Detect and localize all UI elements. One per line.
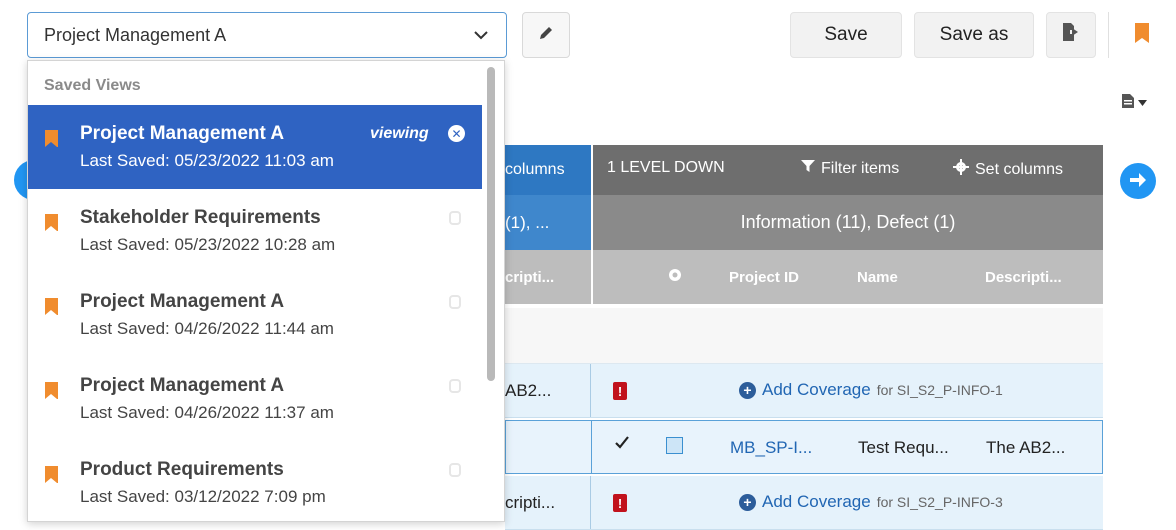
- bookmark-icon: [45, 466, 58, 483]
- saved-view-name: Product Requirements: [80, 459, 284, 480]
- lock-icon[interactable]: [449, 463, 461, 477]
- saved-views-section-label: Saved Views: [44, 77, 141, 94]
- name-cell: Test Requ...: [858, 438, 949, 457]
- export-icon: [1062, 22, 1080, 48]
- lock-icon[interactable]: [449, 295, 461, 309]
- lock-icon[interactable]: [449, 379, 461, 393]
- plus-circle-icon: +: [739, 381, 756, 399]
- add-coverage-label: Add Coverage: [762, 380, 871, 399]
- saved-view-timestamp: Last Saved: 04/26/2022 11:37 am: [80, 403, 334, 422]
- left-cell-text: AB2...: [505, 380, 552, 400]
- coverage-target: for SI_S2_P-INFO-3: [876, 494, 1003, 510]
- left-group-header: (1), ...: [505, 195, 591, 250]
- saved-view-item[interactable]: Project Management A Last Saved: 05/23/2…: [28, 105, 482, 189]
- viewing-badge: viewing: [370, 125, 429, 142]
- set-columns-button[interactable]: Set columns: [953, 159, 1063, 180]
- saved-views-dropdown: Saved Views Project Management A Last Sa…: [27, 60, 505, 522]
- bookmark-icon: [1135, 22, 1149, 48]
- next-arrow-button[interactable]: [1120, 163, 1156, 199]
- level-down-label: 1 LEVEL DOWN: [607, 159, 725, 176]
- saved-view-item[interactable]: Project Management A Last Saved: 04/26/2…: [28, 357, 482, 441]
- bookmark-icon: [45, 214, 58, 231]
- add-coverage-label: Add Coverage: [762, 492, 871, 511]
- selected-view-label: Project Management A: [44, 24, 227, 45]
- bookmark-icon: [45, 382, 58, 399]
- filter-items-label: Filter items: [821, 159, 900, 177]
- pencil-icon: [537, 24, 555, 47]
- left-column-label: cripti...: [505, 268, 555, 286]
- right-group-label: Information (11), Defect (1): [740, 212, 956, 232]
- saved-view-timestamp: Last Saved: 05/23/2022 11:03 am: [80, 151, 334, 170]
- saved-view-item[interactable]: Product Requirements Last Saved: 03/12/2…: [28, 441, 482, 521]
- saved-view-item[interactable]: Stakeholder Requirements Last Saved: 05/…: [28, 189, 482, 273]
- left-columns-label: columns: [505, 161, 565, 178]
- settings-icon[interactable]: [667, 267, 683, 287]
- set-columns-label: Set columns: [975, 160, 1064, 178]
- left-column-header[interactable]: cripti...: [505, 250, 591, 304]
- filter-row: [505, 308, 1103, 364]
- bookmark-icon: [45, 298, 58, 315]
- plus-circle-icon: +: [739, 493, 756, 511]
- level-down-header: 1 LEVEL DOWN Filter items Set columns: [593, 145, 1103, 195]
- arrow-right-icon: [1129, 168, 1147, 194]
- saved-view-timestamp: Last Saved: 05/23/2022 10:28 am: [80, 235, 336, 254]
- save-label: Save: [824, 24, 868, 45]
- saved-view-select[interactable]: Project Management A: [27, 12, 507, 58]
- save-button[interactable]: Save: [790, 12, 902, 58]
- table-row[interactable]: cripti... ! + Add Coverage for SI_S2_P-I…: [505, 476, 1103, 530]
- left-cell: cripti...: [505, 476, 591, 529]
- project-id-column-header[interactable]: Project ID: [729, 269, 799, 286]
- edit-view-button[interactable]: [522, 12, 570, 58]
- name-column-header[interactable]: Name: [857, 269, 898, 286]
- left-cell: [506, 421, 592, 473]
- column-header-row: Project ID Name Descripti...: [593, 250, 1103, 304]
- saved-view-name: Project Management A: [80, 375, 285, 396]
- bookmark-icon: [45, 130, 58, 147]
- table-row[interactable]: MB_SP-I... Test Requ... The AB2...: [505, 420, 1103, 474]
- table-row[interactable]: AB2... ! + Add Coverage for SI_S2_P-INFO…: [505, 364, 1103, 418]
- item-type-icon: [666, 437, 683, 454]
- gear-icon: [953, 159, 969, 180]
- document-icon: [1122, 93, 1134, 111]
- saved-view-item[interactable]: Project Management A Last Saved: 04/26/2…: [28, 273, 482, 357]
- lock-icon[interactable]: [449, 211, 461, 225]
- saved-view-timestamp: Last Saved: 04/26/2022 11:44 am: [80, 319, 334, 338]
- coverage-target: for SI_S2_P-INFO-1: [876, 382, 1003, 398]
- right-group-header: Information (11), Defect (1): [593, 195, 1103, 250]
- add-coverage-link[interactable]: + Add Coverage for SI_S2_P-INFO-1: [739, 380, 1003, 400]
- defect-icon: !: [613, 382, 627, 400]
- bookmark-toggle-button[interactable]: [1118, 12, 1166, 58]
- toolbar-divider: [1108, 12, 1109, 58]
- chevron-down-icon: [474, 27, 488, 43]
- left-columns-header: columns: [505, 145, 591, 195]
- filter-items-button[interactable]: Filter items: [801, 159, 899, 178]
- left-cell-text: cripti...: [505, 492, 556, 512]
- save-as-button[interactable]: Save as: [914, 12, 1034, 58]
- export-button[interactable]: [1046, 12, 1096, 58]
- description-column-header[interactable]: Descripti...: [985, 269, 1062, 286]
- saved-view-timestamp: Last Saved: 03/12/2022 7:09 pm: [80, 487, 326, 506]
- saved-view-name: Stakeholder Requirements: [80, 207, 321, 228]
- document-menu-button[interactable]: [1122, 90, 1168, 114]
- caret-down-icon: [1138, 95, 1147, 109]
- left-cell: AB2...: [505, 364, 591, 417]
- left-group-label: (1), ...: [505, 212, 550, 232]
- filter-icon: [801, 159, 815, 178]
- dropdown-scrollbar[interactable]: [487, 67, 495, 381]
- saved-view-name: Project Management A: [80, 123, 285, 144]
- saved-view-name: Project Management A: [80, 291, 285, 312]
- defect-icon: !: [613, 494, 627, 512]
- description-cell: The AB2...: [986, 438, 1066, 457]
- project-id-link[interactable]: MB_SP-I...: [730, 438, 812, 458]
- checkmark-icon[interactable]: [614, 435, 630, 456]
- add-coverage-link[interactable]: + Add Coverage for SI_S2_P-INFO-3: [739, 492, 1003, 512]
- save-as-label: Save as: [939, 24, 1009, 45]
- close-circle-icon[interactable]: ✕: [448, 125, 465, 142]
